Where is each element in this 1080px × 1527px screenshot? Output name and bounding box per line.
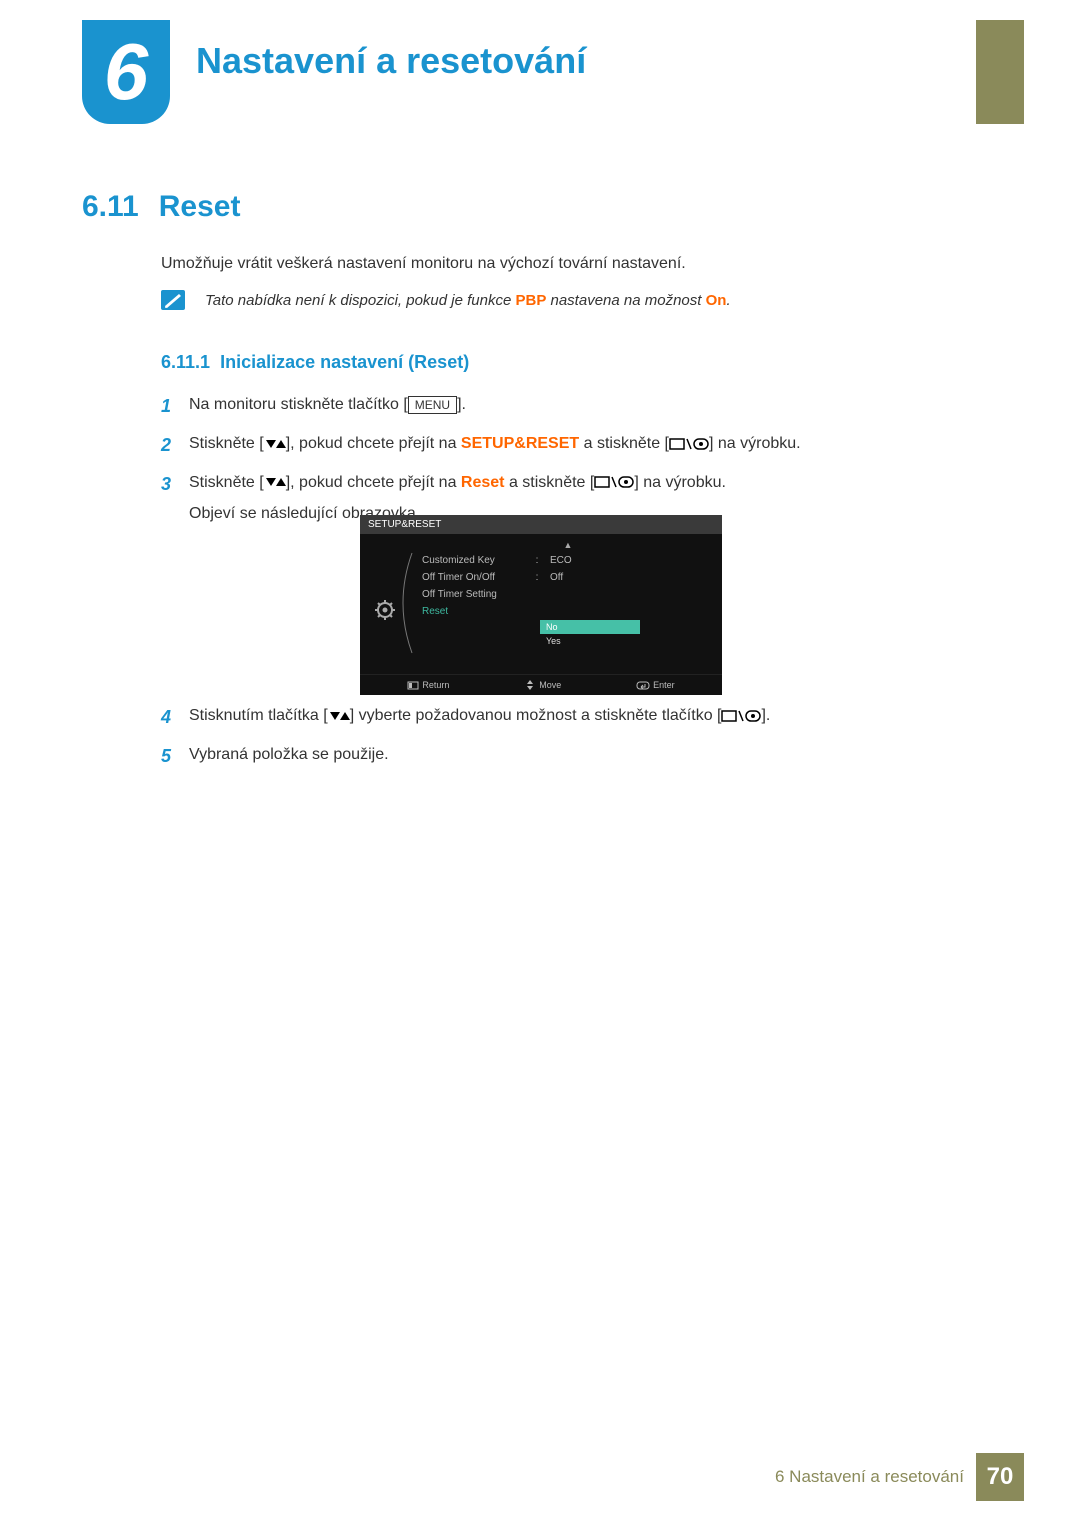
osd-row-off-timer-setting: Off Timer Setting	[414, 586, 722, 603]
steps-list-cont: 4 Stisknutím tlačítka [] vyberte požadov…	[161, 703, 941, 781]
osd-row-customized-key: Customized Key:ECO	[414, 552, 722, 569]
chapter-number: 6	[104, 32, 149, 112]
note-text: Tato nabídka není k dispozici, pokud je …	[205, 292, 731, 309]
page-footer: 6 Nastavení a resetování 70	[775, 1453, 1024, 1501]
subsection-title: Inicializace nastavení (Reset)	[220, 352, 469, 372]
section-intro: Umožňuje vrátit veškerá nastavení monito…	[161, 252, 686, 276]
osd-footer-move: Move	[524, 680, 561, 691]
chapter-title: Nastavení a resetování	[196, 40, 586, 82]
menu-button-label: MENU	[408, 396, 457, 414]
osd-footer: Return Move Enter	[360, 674, 722, 695]
section-heading: 6.11 Reset	[82, 190, 240, 224]
section-number: 6.11	[82, 190, 139, 223]
footer-page-number: 70	[976, 1453, 1024, 1501]
step-1: 1 Na monitoru stiskněte tlačítko [MENU].	[161, 392, 941, 421]
step-5: 5 Vybraná položka se použije.	[161, 742, 941, 771]
osd-row-reset: Reset	[414, 603, 722, 620]
rect-enter-icon	[721, 709, 761, 723]
triangle-up-icon: ▲	[414, 540, 722, 550]
chapter-badge: 6	[82, 20, 170, 124]
osd-arc	[392, 548, 416, 658]
osd-option-no: No	[540, 620, 640, 634]
down-up-arrow-icon	[264, 476, 286, 488]
osd-reset-options: No Yes	[540, 620, 640, 648]
subsection-number: 6.11.1	[161, 352, 210, 372]
step-4: 4 Stisknutím tlačítka [] vyberte požadov…	[161, 703, 941, 732]
rect-enter-icon	[669, 437, 709, 451]
osd-footer-enter: Enter	[636, 680, 675, 690]
rect-enter-icon	[594, 475, 634, 489]
down-up-arrow-icon	[264, 438, 286, 450]
down-up-arrow-icon	[328, 710, 350, 722]
osd-row-off-timer-onoff: Off Timer On/Off:Off	[414, 569, 722, 586]
note-icon	[161, 290, 185, 310]
footer-breadcrumb: 6 Nastavení a resetování	[775, 1467, 964, 1487]
note-row: Tato nabídka není k dispozici, pokud je …	[161, 290, 731, 310]
decorative-stripe	[976, 20, 1024, 124]
osd-title: SETUP&RESET	[360, 515, 722, 534]
osd-screenshot: SETUP&RESET ▲ Customized Key:ECO Off Tim…	[360, 515, 722, 695]
section-title: Reset	[159, 190, 241, 223]
osd-footer-return: Return	[407, 680, 449, 690]
step-2: 2 Stiskněte [], pokud chcete přejít na S…	[161, 431, 941, 460]
osd-option-yes: Yes	[540, 634, 640, 648]
subsection-heading: 6.11.1 Inicializace nastavení (Reset)	[161, 352, 469, 373]
